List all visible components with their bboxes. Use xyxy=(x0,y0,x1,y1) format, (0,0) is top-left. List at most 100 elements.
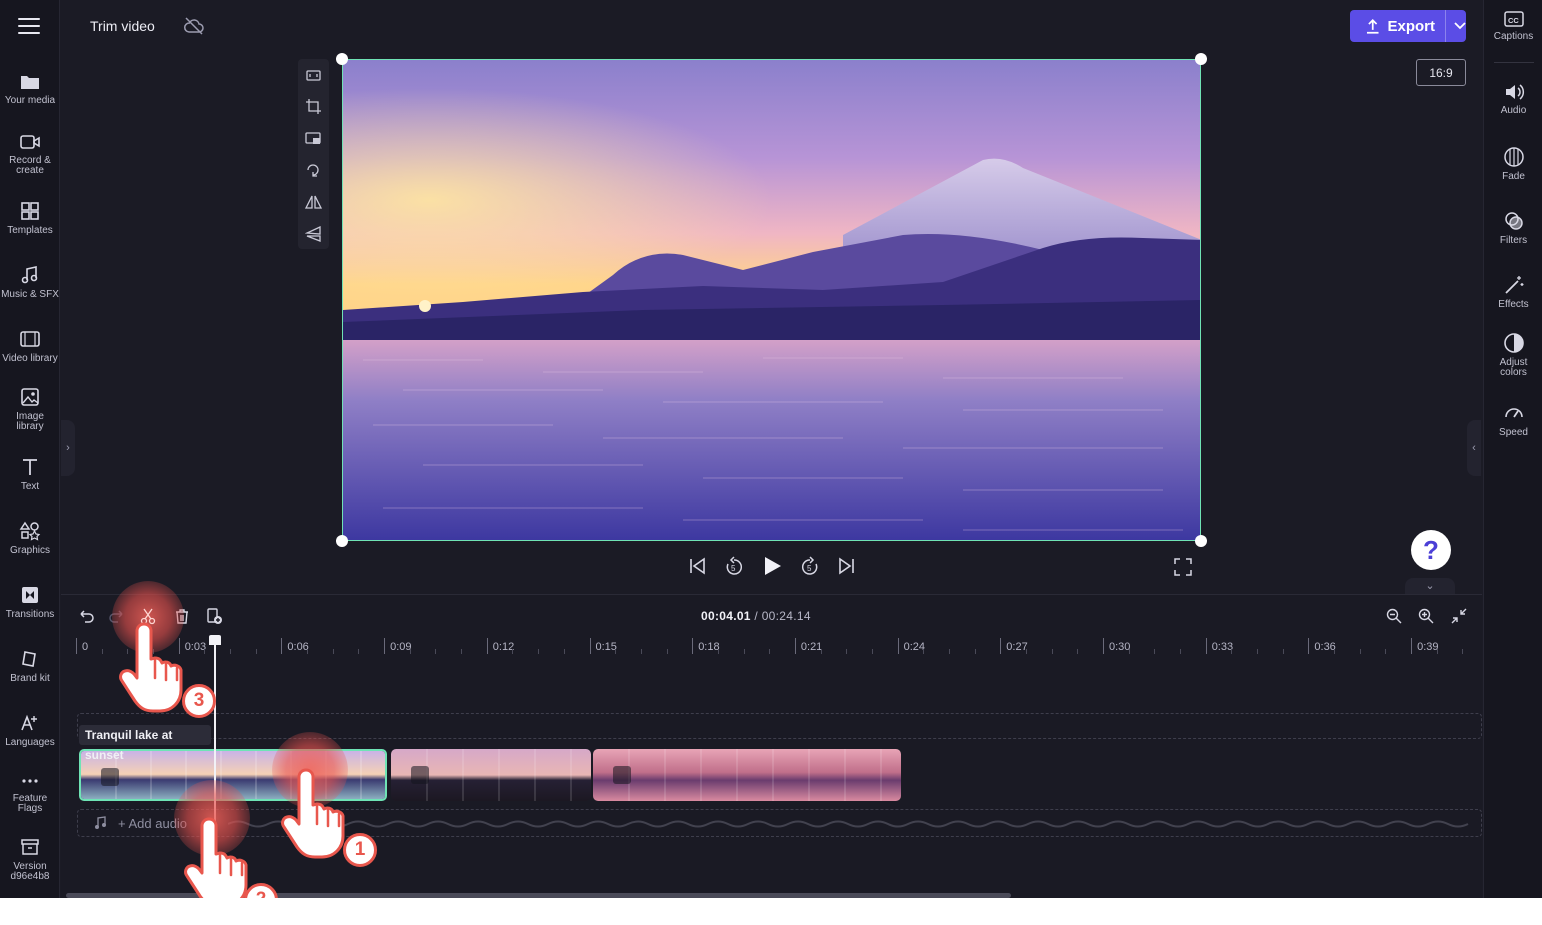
sidebar-item-image-library[interactable]: Image library xyxy=(0,386,60,432)
flip-horizontal-icon[interactable] xyxy=(305,194,322,211)
sidebar-item-transitions[interactable]: Transitions xyxy=(0,584,60,620)
sidebar-item-music-sfx[interactable]: Music & SFX xyxy=(0,264,60,300)
ruler-tick-label: 0 xyxy=(82,641,89,653)
contrast-icon xyxy=(1503,333,1524,353)
sidebar-item-video-library[interactable]: Video library xyxy=(0,328,60,364)
text-track[interactable] xyxy=(77,713,1482,739)
sidebar-label: Effects xyxy=(1498,299,1529,310)
sidebar-label: Transitions xyxy=(5,609,55,620)
hamburger-menu-icon[interactable] xyxy=(18,18,40,34)
speaker-icon[interactable] xyxy=(411,766,429,784)
ruler-minor-tick xyxy=(563,649,565,654)
camera-icon xyxy=(20,135,40,149)
picture-in-picture-icon[interactable] xyxy=(305,130,322,147)
sidebar-item-feature-flags[interactable]: Feature Flags xyxy=(0,774,60,814)
ruler-minor-tick xyxy=(1334,649,1336,654)
zoom-out-icon[interactable] xyxy=(1385,607,1403,625)
archive-icon xyxy=(21,839,39,855)
clip-name-tooltip: Tranquil lake at sunset xyxy=(79,725,211,762)
sidebar-label: Version d96e4b8 xyxy=(10,861,50,882)
sidebar-label: Feature Flags xyxy=(12,793,48,814)
project-title[interactable]: Trim video xyxy=(78,10,168,42)
sidebar-item-languages[interactable]: Languages xyxy=(0,712,60,748)
ruler-minor-tick xyxy=(307,649,309,654)
add-to-timeline-icon[interactable] xyxy=(205,607,223,625)
ruler-minor-tick xyxy=(1462,649,1464,654)
ruler-minor-tick xyxy=(743,649,745,654)
speaker-icon[interactable] xyxy=(613,766,631,784)
sidebar-item-record-create[interactable]: Record & create xyxy=(0,132,60,176)
zoom-in-icon[interactable] xyxy=(1417,607,1435,625)
collapse-right-panel-button[interactable]: ‹ xyxy=(1467,420,1481,476)
fit-timeline-icon[interactable] xyxy=(1450,607,1468,625)
sidebar-item-adjust-colors[interactable]: Adjust colors xyxy=(1484,332,1542,378)
rewind-5-icon[interactable]: 5 xyxy=(723,555,745,577)
video-clip-3[interactable] xyxy=(593,749,901,801)
resize-handle-bottom-right[interactable] xyxy=(1195,535,1207,547)
fit-icon[interactable] xyxy=(305,67,322,84)
forward-5-icon[interactable]: 5 xyxy=(799,555,821,577)
text-icon xyxy=(23,459,37,475)
ruler-tick-label: 0:09 xyxy=(390,641,412,653)
resize-handle-top-right[interactable] xyxy=(1195,53,1207,65)
chevron-down-icon[interactable] xyxy=(1445,10,1466,42)
sidebar-item-captions[interactable]: CC Captions xyxy=(1484,10,1542,42)
aspect-ratio-button[interactable]: 16:9 xyxy=(1416,59,1466,86)
ruler-minor-tick xyxy=(101,649,103,654)
speaker-icon[interactable] xyxy=(101,768,119,786)
captions-icon: CC xyxy=(1503,11,1524,27)
fullscreen-icon[interactable] xyxy=(1174,558,1192,576)
timeline-ruler[interactable]: 0 0:03 0:06 0:09 0:12 0:15 0:18 0:21 0:24 0:27 0:3… xyxy=(76,638,1490,658)
step-number-1: 1 xyxy=(343,833,377,867)
export-button[interactable]: Export xyxy=(1350,10,1466,42)
video-preview[interactable] xyxy=(342,59,1201,541)
video-clip-2[interactable] xyxy=(391,749,591,801)
ruler-minor-tick xyxy=(1231,649,1233,654)
sidebar-item-audio[interactable]: Audio xyxy=(1484,82,1542,116)
rotate-icon[interactable] xyxy=(305,162,322,179)
ruler-minor-tick xyxy=(871,649,873,654)
skip-to-end-icon[interactable] xyxy=(836,555,856,577)
sidebar-item-filters[interactable]: Filters xyxy=(1484,210,1542,246)
ruler-minor-tick xyxy=(435,649,437,654)
help-button[interactable]: ? xyxy=(1411,530,1451,570)
folder-icon xyxy=(21,76,39,89)
ruler-tick: 0:06 xyxy=(281,638,309,654)
ruler-tick-label: 0:27 xyxy=(1006,641,1028,653)
ruler-tick: 0:12 xyxy=(486,638,514,654)
ruler-tick-label: 0:39 xyxy=(1417,641,1439,653)
ruler-minor-tick xyxy=(1025,649,1027,654)
sidebar-item-speed[interactable]: Speed xyxy=(1484,402,1542,438)
ruler-minor-tick xyxy=(230,649,232,654)
left-sidebar: Your media Record & create Templates Mus… xyxy=(0,0,60,898)
sidebar-item-fade[interactable]: Fade xyxy=(1484,146,1542,182)
sidebar-item-graphics[interactable]: Graphics xyxy=(0,520,60,556)
ruler-tick-label: 0:33 xyxy=(1211,641,1234,653)
ruler-minor-tick xyxy=(1282,649,1284,654)
magic-wand-icon xyxy=(1504,276,1523,294)
resize-handle-bottom-left[interactable] xyxy=(336,535,348,547)
sidebar-item-text[interactable]: Text xyxy=(0,456,60,492)
export-label: Export xyxy=(1387,17,1435,35)
sidebar-item-templates[interactable]: Templates xyxy=(0,200,60,236)
crop-icon[interactable] xyxy=(305,98,322,115)
flip-vertical-icon[interactable] xyxy=(305,225,322,242)
skip-to-start-icon[interactable] xyxy=(688,555,708,577)
ruler-minor-tick xyxy=(538,649,540,654)
sidebar-label: Captions xyxy=(1493,31,1534,42)
sidebar-item-your-media[interactable]: Your media xyxy=(0,72,60,106)
ruler-tick: 0:15 xyxy=(589,638,617,654)
total-time: / 00:24.14 xyxy=(754,609,811,623)
chevron-down-icon[interactable]: ⌄ xyxy=(1405,578,1455,594)
resize-handle-top-left[interactable] xyxy=(336,53,348,65)
brand-kit-icon xyxy=(22,651,36,667)
undo-icon[interactable] xyxy=(77,607,95,625)
ruler-tick-label: 0:12 xyxy=(492,641,515,653)
sidebar-item-brand-kit[interactable]: Brand kit xyxy=(0,648,60,684)
ruler-minor-tick xyxy=(1436,649,1438,654)
sidebar-item-effects[interactable]: Effects xyxy=(1484,274,1542,310)
play-icon[interactable] xyxy=(761,555,783,577)
right-sidebar: CC Captions Audio Fade Filters Effects A… xyxy=(1483,0,1542,898)
ruler-tick-label: 0:15 xyxy=(595,641,617,653)
collapse-left-panel-button[interactable]: › xyxy=(61,420,75,476)
